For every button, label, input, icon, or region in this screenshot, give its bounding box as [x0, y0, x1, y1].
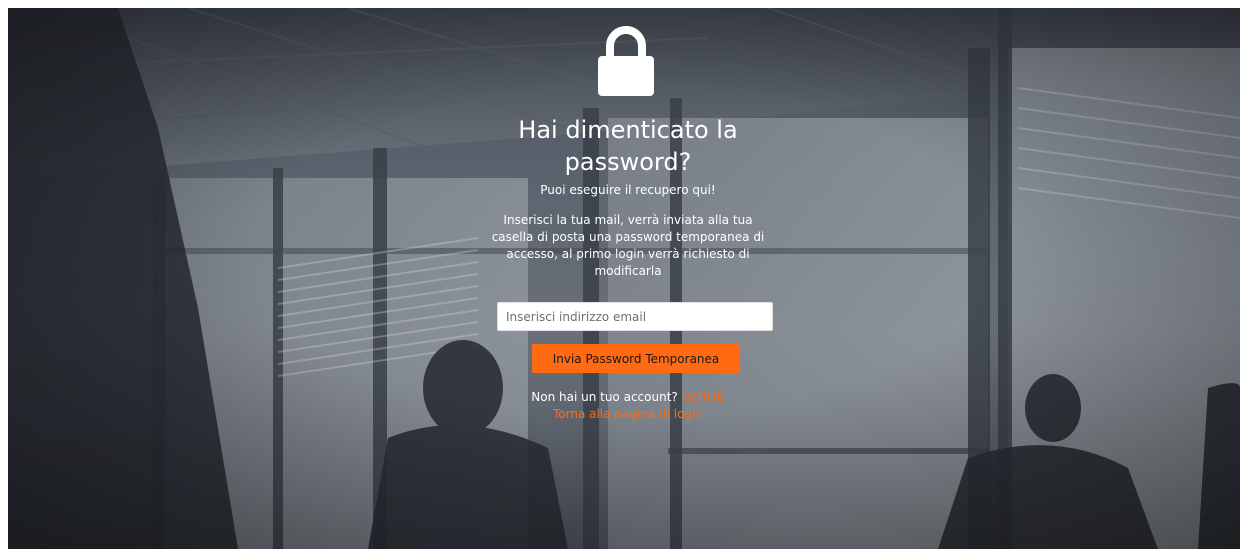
instructions-text: Inserisci la tua mail, verrà inviata all… [491, 213, 765, 278]
signup-prompt: Non hai un tuo account? Iscriviti [478, 389, 778, 405]
lock-icon [598, 26, 654, 96]
no-account-text: Non hai un tuo account? [531, 390, 678, 404]
page-subtitle: Puoi eseguire il recupero qui! [540, 183, 716, 197]
send-temporary-password-button[interactable]: Invia Password Temporanea [532, 344, 740, 373]
back-to-login-link[interactable]: Torna alla pagina di login [553, 407, 703, 421]
page-background: Hai dimenticato la password? Puoi esegui… [8, 8, 1240, 549]
signup-link[interactable]: Iscriviti [682, 390, 725, 404]
email-input[interactable] [497, 302, 773, 331]
page-title: Hai dimenticato la password? [518, 116, 738, 176]
recovery-panel: Hai dimenticato la password? Puoi esegui… [478, 8, 778, 549]
back-to-login-row: Torna alla pagina di login [478, 406, 778, 422]
